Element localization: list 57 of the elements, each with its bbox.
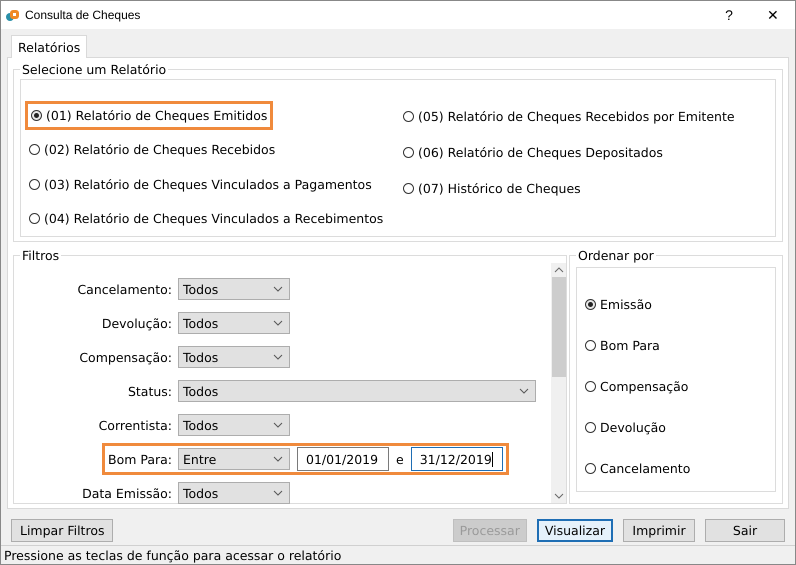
radio-icon[interactable] (585, 422, 596, 433)
chevron-up-icon[interactable] (554, 267, 564, 273)
chevron-down-icon (273, 490, 283, 496)
dropdown[interactable]: Todos (178, 380, 536, 402)
scrollbar[interactable] (551, 263, 566, 503)
action-button[interactable]: Sair (705, 519, 785, 542)
report-radio[interactable]: (07) Histórico de Cheques (399, 170, 585, 206)
chevron-down-icon[interactable] (554, 493, 564, 499)
order-radio[interactable]: Bom Para (581, 325, 664, 366)
field-label: Compensação: (78, 350, 173, 364)
dropdown[interactable]: Todos (178, 414, 290, 436)
chevron-down-icon (273, 354, 283, 360)
chevron-down-icon (273, 456, 284, 462)
radio-icon[interactable] (585, 381, 596, 392)
field-label: Devolução: (100, 316, 173, 330)
report-radio[interactable]: (05) Relatório de Cheques Recebidos por Emitente (399, 98, 739, 134)
order-radio[interactable]: Compensação (581, 366, 692, 407)
field-label: Data Emissão: (81, 486, 173, 500)
field-label: Status: (126, 384, 173, 398)
date-field[interactable]: 31/12/2019 (410, 447, 503, 471)
date-field[interactable]: 01/01/2019 (297, 447, 390, 471)
group-title: Filtros (21, 248, 60, 263)
clear-filters-button[interactable]: Limpar Filtros (11, 519, 114, 542)
group-title: Selecione um Relatório (21, 62, 168, 77)
order-radio[interactable]: Emissão (581, 284, 656, 325)
tab[interactable]: Relatórios (11, 35, 88, 58)
status-bar: Pressione as teclas de função para acessar o relatório (1, 545, 795, 564)
report-radio[interactable]: (01) Relatório de Cheques Emitidos (25, 101, 274, 130)
action-button[interactable]: Visualizar (536, 519, 613, 542)
dropdown[interactable]: Todos (178, 346, 290, 368)
separator-label: e (396, 452, 404, 466)
chevron-down-icon (273, 320, 283, 326)
field-label: Bom Para: (108, 452, 174, 466)
radio-icon[interactable] (585, 299, 596, 310)
dropdown[interactable]: Todos (178, 482, 290, 504)
report-radio[interactable]: (03) Relatório de Cheques Vinculados a Pagamentos (25, 167, 376, 202)
report-radio[interactable]: (04) Relatório de Cheques Vinculados a Recebimentos (25, 202, 388, 236)
chevron-down-icon (273, 422, 283, 428)
report-radio[interactable]: (02) Relatório de Cheques Recebidos (25, 132, 280, 168)
field-label: Correntista: (98, 418, 173, 432)
dropdown[interactable]: Todos (178, 312, 290, 334)
order-radio[interactable]: Cancelamento (581, 448, 694, 489)
chevron-down-icon (273, 286, 283, 292)
close-button[interactable]: ✕ (751, 1, 795, 29)
order-radio[interactable]: Devolução (581, 407, 670, 448)
radio-icon[interactable] (585, 340, 596, 351)
chevron-down-icon (519, 388, 529, 394)
app-icon (5, 8, 19, 22)
help-button[interactable]: ? (707, 1, 751, 29)
dropdown[interactable]: Entre (178, 448, 290, 470)
report-radio[interactable]: (06) Relatório de Cheques Depositados (399, 134, 667, 170)
group-title: Ordenar por (577, 248, 655, 263)
window-title: Consulta de Cheques (25, 8, 140, 22)
radio-icon[interactable] (585, 463, 596, 474)
action-button[interactable]: Imprimir (623, 519, 695, 542)
field-label: Cancelamento: (76, 282, 173, 296)
dropdown[interactable]: Todos (178, 278, 290, 300)
